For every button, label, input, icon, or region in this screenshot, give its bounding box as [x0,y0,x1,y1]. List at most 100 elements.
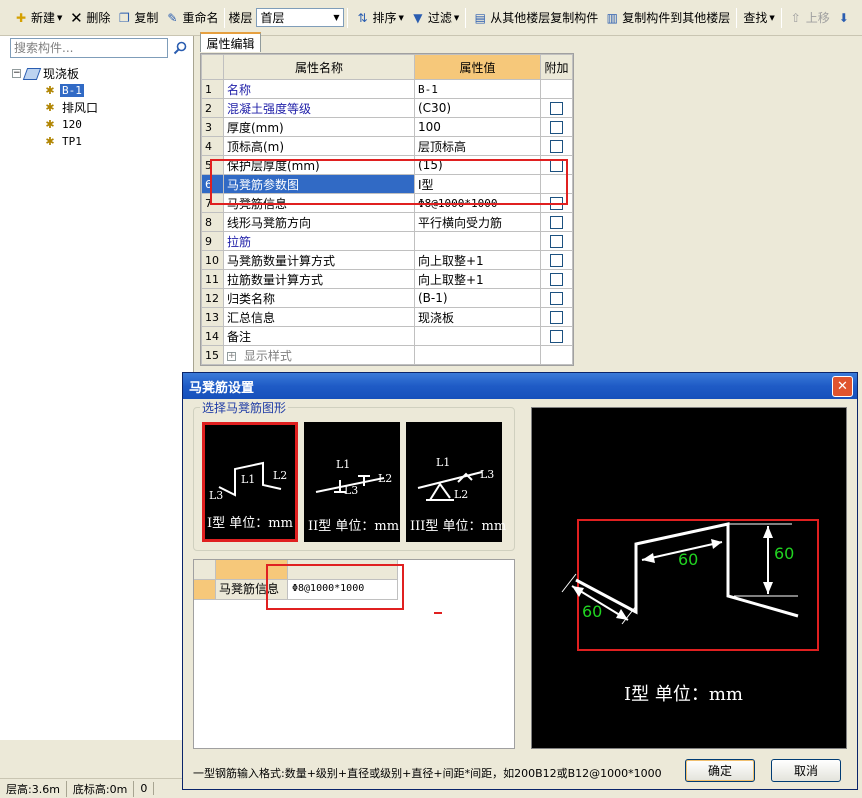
extra-checkbox[interactable] [550,329,563,343]
table-row[interactable]: 3 厚度(mm) 100 [201,117,573,137]
table-row[interactable]: 15 + 显示样式 [201,345,573,365]
property-name-group[interactable]: + 显示样式 [223,345,415,365]
new-button[interactable]: ✚ 新建 ▼ [10,5,65,31]
tab-property-edit[interactable]: 属性编辑 [200,32,261,52]
shape-caption: III型 单位：mm [410,519,507,534]
collapse-icon[interactable]: − [12,69,21,78]
table-row[interactable]: 8 线形马凳筋方向 平行横向受力筋 [201,212,573,232]
tab-label: 属性编辑 [206,36,255,51]
column-header-name[interactable]: 属性名称 [223,54,415,80]
extra-cell [540,79,573,99]
close-button[interactable]: ✕ [832,376,853,397]
property-value[interactable] [414,345,541,365]
find-button[interactable]: 查找 ▼ [740,5,777,31]
shape-label: L2 [273,469,288,482]
new-icon: ✚ [15,10,27,25]
property-value[interactable]: 向上取整+1 [414,269,541,289]
filter-button[interactable]: ▼ 过滤 ▼ [407,5,462,31]
row-number: 1 [201,79,224,99]
move-down-button[interactable]: ⬇ [833,5,855,31]
property-value[interactable]: (B-1) [414,288,541,308]
property-value[interactable] [414,231,541,251]
property-value[interactable] [414,326,541,346]
table-row[interactable]: 2 混凝土强度等级 (C30) [201,98,573,118]
row-number: 2 [201,98,224,118]
extra-checkbox[interactable] [550,234,563,248]
tree-item-exhaust[interactable]: ✱ 排风口 [12,99,192,116]
property-name: 线形马凳筋方向 [223,212,415,232]
table-row[interactable]: 1 名称 B-1 [201,79,573,99]
table-row[interactable]: 10 马凳筋数量计算方式 向上取整+1 [201,250,573,270]
shape-card-type2[interactable]: L1 L2 L3 II型 单位：mm [304,422,400,542]
tree-root[interactable]: − 现浇板 [12,65,192,82]
property-value[interactable]: (C30) [414,98,541,118]
property-grid: 属性名称 属性值 附加 1 名称 B-1 2 混凝土强度等级 (C30) 3 厚… [200,53,574,366]
table-row[interactable]: 14 备注 [201,326,573,346]
extra-cell [540,269,573,289]
find-label: 查找 [743,11,768,25]
cancel-button[interactable]: 取消 [771,759,841,782]
status-extra: 0 [134,782,155,795]
header-corner [201,54,224,80]
preview-caption: I型 单位：mm [624,684,743,705]
delete-button[interactable]: ✕ 删除 [65,5,113,31]
property-value[interactable]: 层顶标高 [414,136,541,156]
copy-button[interactable]: ❐ 复制 [113,5,161,31]
column-header-extra[interactable]: 附加 [540,54,573,80]
dropdown-arrow-icon: ▼ [398,13,404,22]
dimension-label: 60 [678,550,699,569]
component-tree: − 现浇板 ✱ B-1 ✱ 排风口 ✱ 120 ✱ TP1 [12,62,192,150]
table-row[interactable]: 13 汇总信息 现浇板 [201,307,573,327]
arrow-up-icon: ⇧ [790,10,801,25]
extra-checkbox[interactable] [550,253,563,267]
property-value[interactable]: 100 [414,117,541,137]
gear-icon: ✱ [45,135,55,148]
dimension-label: 60 [774,544,795,563]
property-value[interactable]: 向上取整+1 [414,250,541,270]
copy-from-floor-button[interactable]: ▤ 从其他楼层复制构件 [469,5,601,31]
chevron-down-icon: ▼ [333,13,340,22]
extra-checkbox[interactable] [550,120,563,134]
extra-checkbox[interactable] [550,139,563,153]
column-header-value[interactable]: 属性值 [414,54,541,80]
shape-label: L1 [336,458,351,471]
shape-label: L3 [344,484,359,497]
dropdown-arrow-icon: ▼ [453,13,460,22]
property-value[interactable]: B-1 [414,79,541,99]
dialog-titlebar[interactable]: 马凳筋设置 [183,373,857,399]
row-number: 10 [201,250,224,270]
ok-button[interactable]: 确定 [685,759,755,782]
expand-icon[interactable]: + [227,351,236,361]
extra-checkbox[interactable] [550,215,563,229]
extra-checkbox[interactable] [550,101,563,115]
status-top-elevation: 层高:3.6m [0,780,67,797]
search-button[interactable] [170,38,190,58]
rename-button[interactable]: ✎ 重命名 [161,5,221,31]
shape-card-type3[interactable]: L1 L2 L3 III型 单位：mm [406,422,506,542]
move-up-label: 上移 [805,11,830,25]
toolbar-separator [736,7,738,28]
property-value[interactable]: 现浇板 [414,307,541,327]
extra-cell [540,212,573,232]
move-up-button[interactable]: ⇧ 上移 [785,5,833,31]
extra-checkbox[interactable] [550,291,563,305]
table-row[interactable]: 4 顶标高(m) 层顶标高 [201,136,573,156]
tree-item-120[interactable]: ✱ 120 [12,116,192,133]
dropdown-arrow-icon: ▼ [769,13,775,22]
copy-to-floor-button[interactable]: ▥ 复制构件到其他楼层 [601,5,733,31]
floor-select[interactable]: 首层 ▼ [256,8,345,27]
property-name: 拉筋 [223,231,415,251]
ok-label: 确定 [707,764,732,778]
property-name: 名称 [223,79,415,99]
table-row[interactable]: 12 归类名称 (B-1) [201,288,573,308]
tree-item-b1[interactable]: ✱ B-1 [12,82,192,99]
extra-checkbox[interactable] [550,272,563,286]
property-value[interactable]: 平行横向受力筋 [414,212,541,232]
extra-checkbox[interactable] [550,310,563,324]
table-row[interactable]: 9 拉筋 [201,231,573,251]
table-row[interactable]: 11 拉筋数量计算方式 向上取整+1 [201,269,573,289]
shape-card-type1[interactable]: L1 L2 L3 I型 单位：mm [202,422,298,542]
tree-item-tp1[interactable]: ✱ TP1 [12,133,192,150]
search-input[interactable]: 搜索构件... [10,38,168,58]
sort-button[interactable]: ⇅ 排序 ▼ [351,5,406,31]
